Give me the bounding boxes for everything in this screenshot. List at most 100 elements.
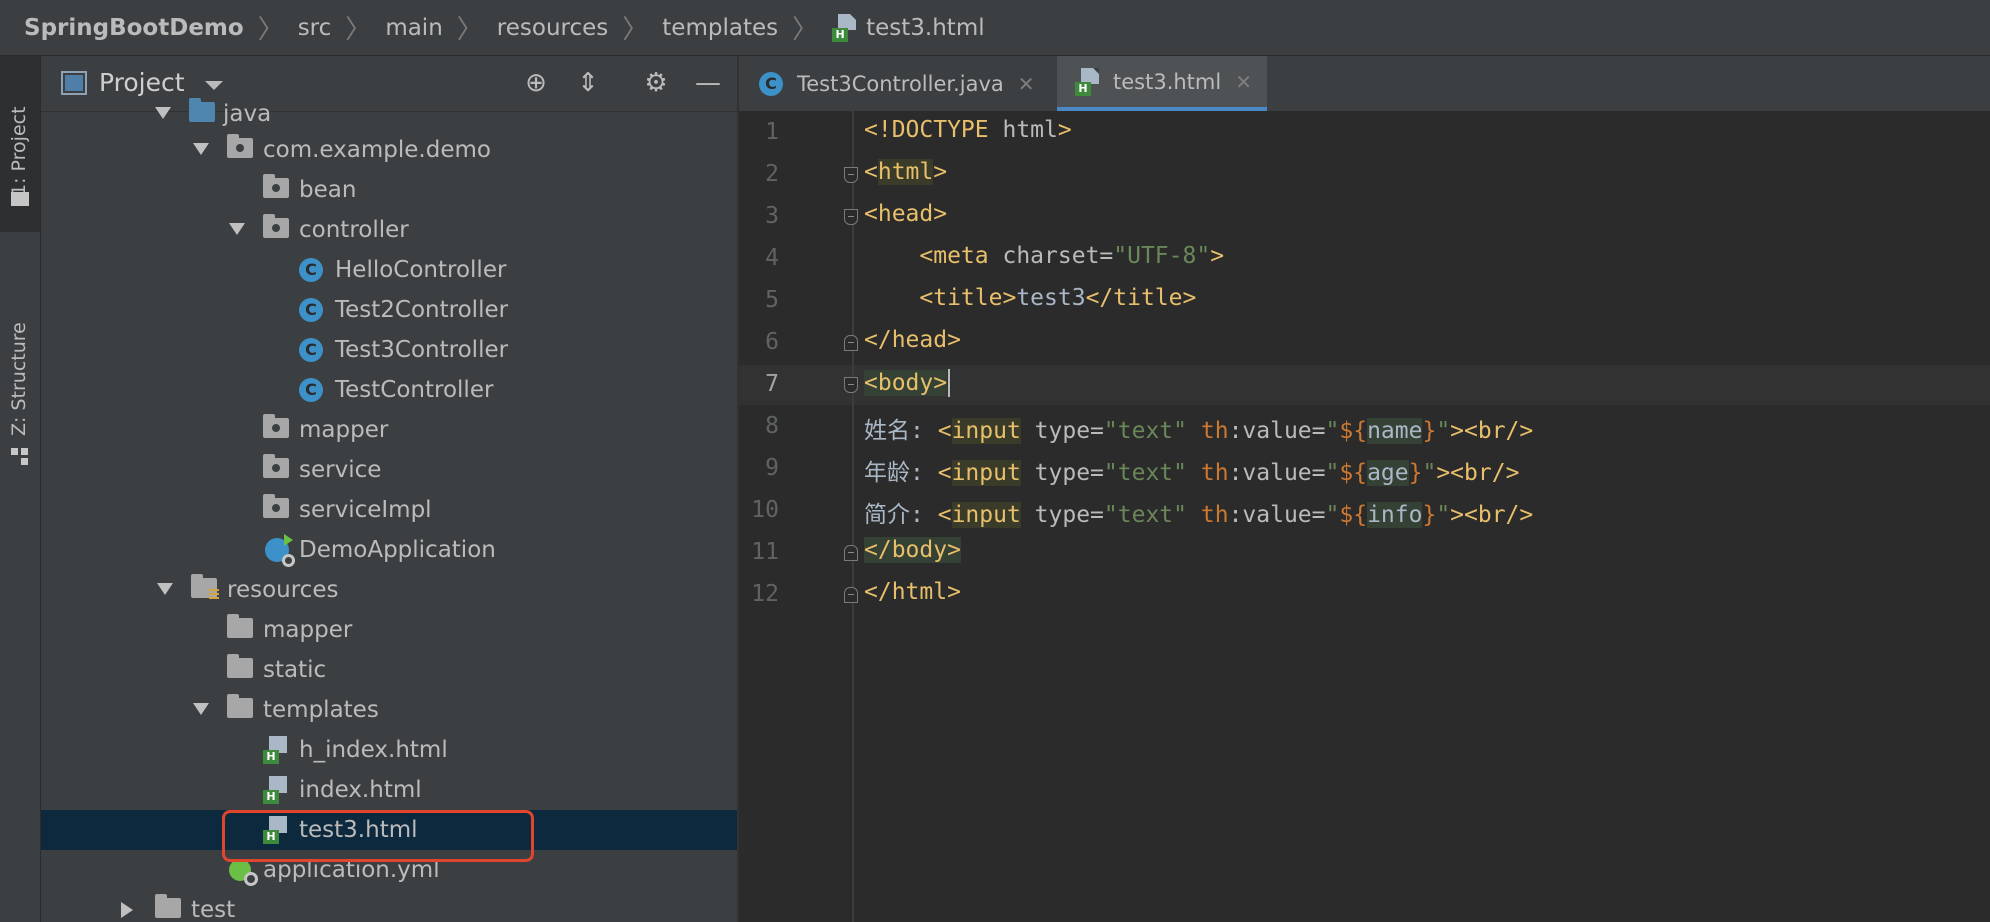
tree-item-html-file[interactable]: H index.html [41, 770, 737, 810]
close-icon[interactable]: ✕ [1018, 72, 1035, 96]
breadcrumb-file[interactable]: test3.html [866, 15, 985, 41]
class-icon: C [299, 378, 323, 402]
expand-arrow-icon[interactable] [229, 223, 245, 235]
breadcrumb-separator: 〉 [456, 15, 483, 45]
project-window-icon [61, 71, 87, 95]
folder-icon [227, 654, 253, 678]
code-line: 9 年龄: <input type="text" th:value="${age… [739, 447, 1990, 489]
tree-item-label: bean [299, 177, 357, 203]
folder-icon [227, 614, 253, 638]
fold-icon[interactable] [844, 545, 858, 561]
code-editor[interactable]: 1 <!DOCTYPE html> 2 <html> 3 <head> 4 <m… [739, 111, 1990, 922]
tree-item-class[interactable]: C Test2Controller [41, 290, 737, 330]
tree-item-label: templates [263, 697, 379, 723]
tree-item-java[interactable]: java [41, 94, 737, 134]
code-line: 3 <head> [739, 195, 1990, 237]
tab-test3controller-java[interactable]: C Test3Controller.java ✕ [759, 56, 1049, 111]
tree-item-class[interactable]: C Test3Controller [41, 330, 737, 370]
tree-item-resources[interactable]: resources [41, 570, 737, 610]
breadcrumb-templates[interactable]: templates [662, 15, 778, 41]
tree-item-html-file-selected[interactable]: H test3.html [41, 810, 737, 850]
code-line: 2 <html> [739, 153, 1990, 195]
tree-item-label: h_index.html [299, 737, 448, 763]
line-number: 5 [765, 287, 779, 313]
collapse-arrow-icon[interactable] [121, 902, 133, 918]
tree-item-folder[interactable]: templates [41, 690, 737, 730]
tree-item-label: mapper [299, 417, 389, 443]
code-line: 12 </html> [739, 573, 1990, 615]
fold-icon[interactable] [844, 167, 858, 183]
code-text: <!DOCTYPE html> [864, 117, 1072, 143]
editor-tab-bar: C Test3Controller.java ✕ H test3.html ✕ [739, 56, 1990, 112]
close-icon[interactable]: ✕ [1235, 70, 1252, 94]
tool-tab-structure[interactable]: Z: Structure [0, 246, 40, 476]
tree-item-package[interactable]: com.example.demo [41, 130, 737, 170]
yml-file-icon [229, 859, 258, 886]
package-icon [263, 174, 289, 198]
tree-item-class[interactable]: C HelloController [41, 250, 737, 290]
html-file-icon: H [832, 13, 858, 42]
line-number: 1 [765, 119, 779, 145]
html-file-icon: H [1075, 67, 1101, 96]
project-view-selector[interactable]: Project [99, 68, 185, 97]
tree-item-class[interactable]: DemoApplication [41, 530, 737, 570]
code-line: 1 <!DOCTYPE html> [739, 111, 1990, 153]
tree-item-label: serviceImpl [299, 497, 432, 523]
tree-item-label: service [299, 457, 382, 483]
tree-item-package[interactable]: controller [41, 210, 737, 250]
tree-item-folder[interactable]: static [41, 650, 737, 690]
expand-arrow-icon[interactable] [193, 703, 209, 715]
package-icon [263, 454, 289, 478]
breadcrumb-main[interactable]: main [385, 15, 442, 41]
tab-label: Test3Controller.java [797, 71, 1004, 96]
expand-arrow-icon[interactable] [157, 583, 173, 595]
fold-icon[interactable] [844, 377, 858, 393]
code-text: <body> [864, 369, 951, 397]
tree-item-html-file[interactable]: H h_index.html [41, 730, 737, 770]
fold-icon[interactable] [844, 209, 858, 225]
package-icon [263, 494, 289, 518]
fold-icon[interactable] [844, 335, 858, 351]
code-text: 年龄: <input type="text" th:value="${age}"… [864, 460, 1520, 486]
tool-tab-project[interactable]: 1: Project [0, 56, 40, 232]
code-line: 5 <title>test3</title> [739, 279, 1990, 321]
tree-item-label: Test3Controller [335, 337, 509, 363]
code-text: 简介: <input type="text" th:value="${info}… [864, 502, 1534, 528]
tree-item-folder[interactable]: mapper [41, 610, 737, 650]
tree-item-folder[interactable]: test [41, 890, 737, 922]
tab-test3-html[interactable]: H test3.html ✕ [1057, 56, 1267, 111]
tool-tab-project-label: 1: Project [8, 106, 30, 196]
line-number: 2 [765, 161, 779, 187]
html-file-icon: H [263, 736, 289, 764]
breadcrumb-project[interactable]: SpringBootDemo [24, 15, 244, 41]
code-line: 8 姓名: <input type="text" th:value="${nam… [739, 405, 1990, 447]
expand-arrow-icon[interactable] [155, 107, 171, 119]
code-line: 11 </body> [739, 531, 1990, 573]
code-line: 4 <meta charset="UTF-8"> [739, 237, 1990, 279]
chevron-down-icon[interactable] [205, 81, 223, 90]
tree-item-package[interactable]: serviceImpl [41, 490, 737, 530]
breadcrumb-src[interactable]: src [298, 15, 332, 41]
tool-tab-structure-label: Z: Structure [8, 322, 30, 436]
tree-item-yml-file[interactable]: application.yml [41, 850, 737, 890]
tree-item-package[interactable]: bean [41, 170, 737, 210]
line-number: 3 [765, 203, 779, 229]
tree-item-label: test [191, 897, 236, 922]
breadcrumb-resources[interactable]: resources [497, 15, 608, 41]
tree-item-label: controller [299, 217, 409, 243]
code-line: 6 </head> [739, 321, 1990, 363]
code-text: </body> [864, 537, 961, 563]
tree-item-label: test3.html [299, 817, 418, 843]
line-number: 12 [751, 581, 779, 607]
fold-icon[interactable] [844, 587, 858, 603]
expand-arrow-icon[interactable] [193, 143, 209, 155]
tree-item-package[interactable]: mapper [41, 410, 737, 450]
tree-item-package[interactable]: service [41, 450, 737, 490]
project-panel: Project ⊕ ⇕ ⚙ — java com.example.demo be… [41, 56, 739, 922]
line-number: 4 [765, 245, 779, 271]
code-text: <html> [864, 159, 948, 185]
breadcrumb-separator: 〉 [257, 15, 284, 45]
class-icon: C [299, 338, 323, 362]
tree-item-class[interactable]: C TestController [41, 370, 737, 410]
code-line-current: 7 <body> [739, 363, 1990, 405]
